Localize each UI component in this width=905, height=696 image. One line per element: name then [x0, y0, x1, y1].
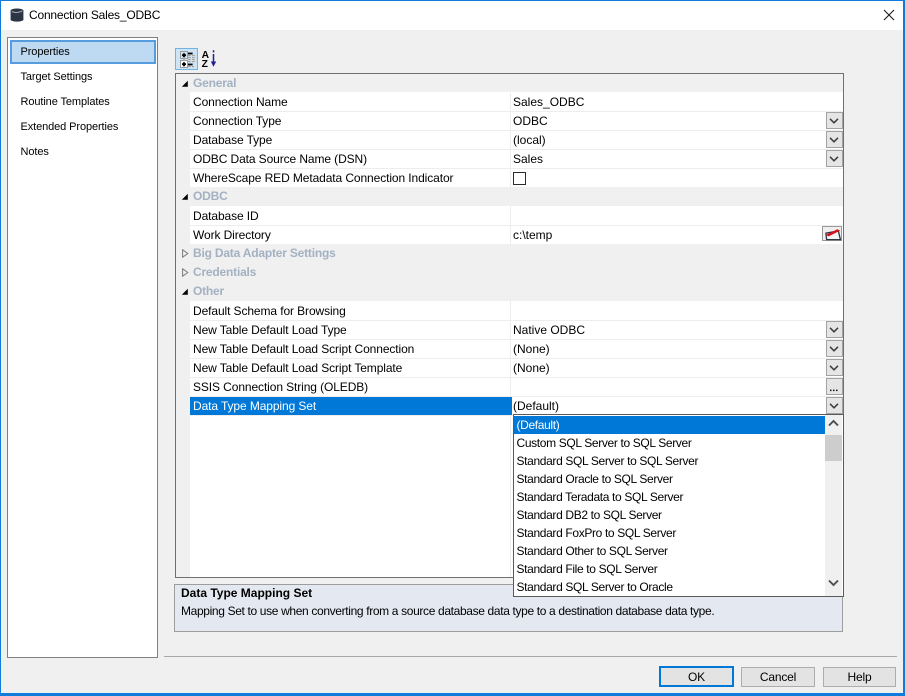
svg-text:Z: Z	[202, 59, 208, 68]
